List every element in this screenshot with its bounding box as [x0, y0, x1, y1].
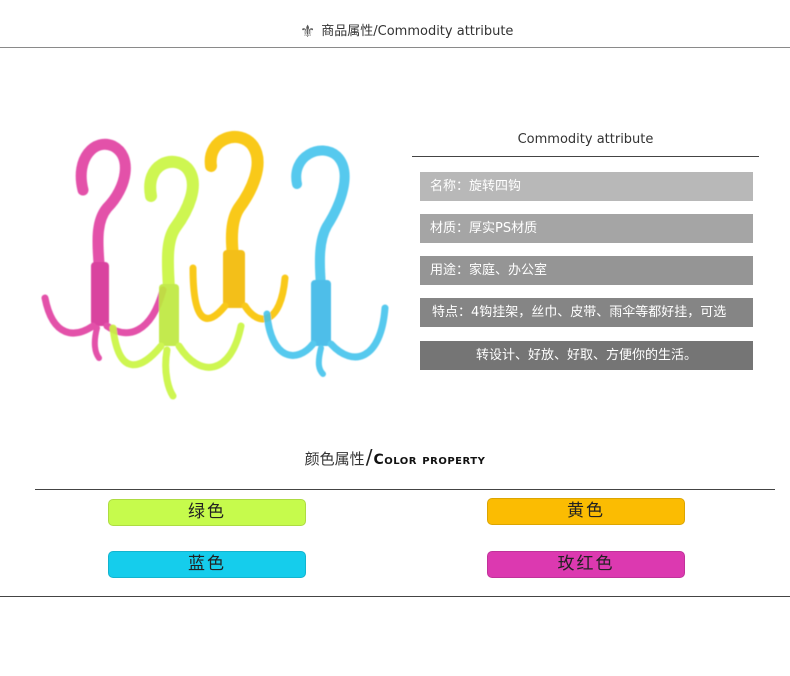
color-swatch-green: 绿色 [108, 499, 306, 526]
fleur-de-lis-icon: ⚜ [300, 22, 316, 42]
color-title-cn: 颜色属性 [304, 450, 365, 468]
page-header: ⚜ 商品属性/Commodity attribute [0, 0, 790, 48]
header-divider [0, 47, 790, 48]
color-swatch-blue: 蓝色 [108, 551, 306, 578]
pink-hook [41, 138, 167, 361]
attribute-name: 名称：旋转四钩 [420, 172, 753, 201]
attribute-feature: 特点：4钩挂架，丝巾、皮带、雨伞等都好挂，可选 [420, 298, 753, 327]
color-section-title: 颜色属性/Color property [0, 445, 790, 469]
color-swatch-yellow: 黄色 [487, 498, 685, 525]
attribute-material: 材质：厚实PS材质 [420, 214, 753, 243]
attribute-divider [412, 156, 759, 157]
page-title: 商品属性/Commodity attribute [321, 24, 514, 39]
attribute-panel: Commodity attribute 名称：旋转四钩 材质：厚实PS材质 用途… [412, 128, 759, 370]
product-image [41, 131, 389, 400]
yellow-hook [189, 131, 289, 323]
color-section-divider [35, 489, 775, 490]
header-title-group: ⚜ 商品属性/Commodity attribute [300, 22, 513, 42]
color-title-en: Color property [373, 452, 486, 468]
color-swatch-rose-red: 玫红色 [487, 551, 685, 578]
color-title-slash: / [365, 445, 373, 469]
green-hook [109, 155, 245, 400]
attribute-usage: 用途：家庭、办公室 [420, 256, 753, 285]
attribute-feature-continued: 转设计、好放、好取、方便你的生活。 [420, 341, 753, 370]
bottom-divider [0, 596, 790, 597]
blue-hook [263, 145, 389, 377]
attribute-heading: Commodity attribute [517, 132, 654, 147]
